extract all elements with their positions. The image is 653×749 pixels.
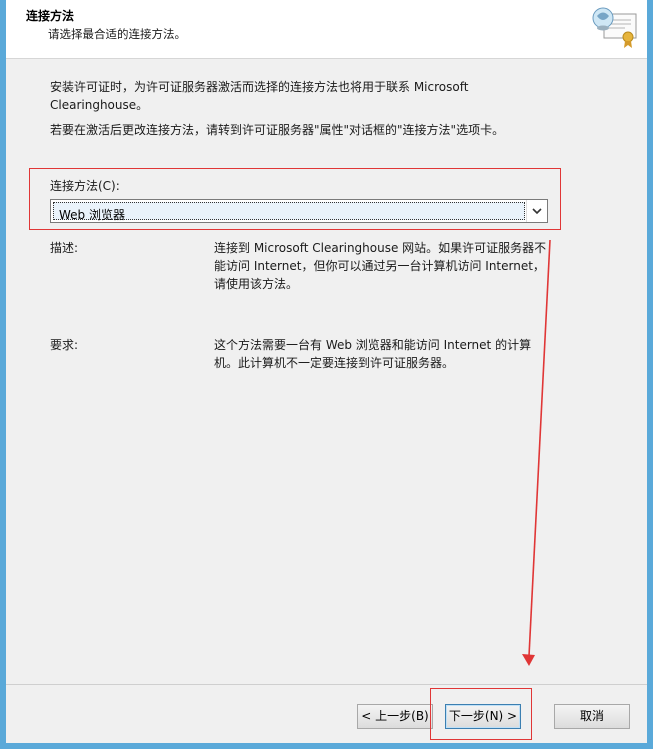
annotation-highlight-next [430, 688, 532, 740]
annotation-highlight-select [29, 168, 561, 230]
footer-divider [6, 684, 647, 685]
page-title: 连接方法 [26, 9, 75, 23]
requirement-value: 这个方法需要一台有 Web 浏览器和能访问 Internet 的计算机。此计算机… [214, 338, 532, 370]
description-value: 连接到 Microsoft Clearinghouse 网站。如果许可证服务器不… [214, 241, 547, 291]
license-wizard-window: 连接方法 请选择最合适的连接方法。 安装许可证时，为许可证服务器激活而选择的连接… [6, 0, 647, 743]
requirement-label: 要求: [50, 338, 79, 352]
page-subtitle: 请选择最合适的连接方法。 [48, 27, 186, 41]
cancel-button[interactable]: 取消 [554, 704, 630, 729]
back-button[interactable]: < 上一步(B) [357, 704, 433, 729]
certificate-icon [592, 7, 637, 48]
intro-paragraph-1: 安装许可证时，为许可证服务器激活而选择的连接方法也将用于联系 Microsoft… [50, 80, 469, 112]
wizard-header: 连接方法 请选择最合适的连接方法。 [6, 0, 647, 59]
intro-paragraph-2: 若要在激活后更改连接方法，请转到许可证服务器"属性"对话框的"连接方法"选项卡。 [50, 123, 505, 137]
description-label: 描述: [50, 241, 79, 255]
